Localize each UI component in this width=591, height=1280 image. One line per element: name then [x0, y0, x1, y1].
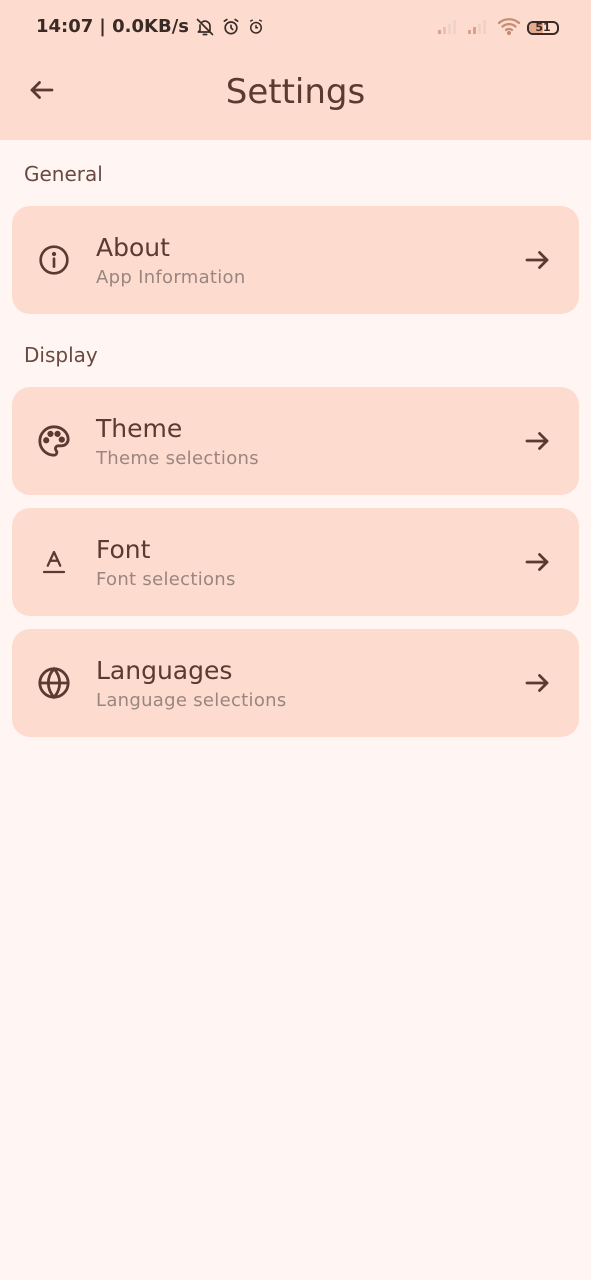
- alarm-icon: [221, 17, 241, 37]
- status-right: 51: [437, 16, 559, 40]
- signal-icon: [437, 17, 461, 39]
- settings-item-title: Font: [96, 535, 151, 564]
- arrow-right-icon: [521, 244, 553, 276]
- arrow-right-icon: [521, 667, 553, 699]
- settings-item-subtitle: App Information: [96, 267, 246, 288]
- settings-item-languages[interactable]: Languages Language selections: [12, 629, 579, 737]
- settings-item-about[interactable]: About App Information: [12, 206, 579, 314]
- status-network-speed: | 0.0KB/s: [99, 16, 189, 37]
- settings-item-title: About: [96, 233, 170, 262]
- settings-item-subtitle: Theme selections: [96, 448, 259, 469]
- alarm-outline-icon: [247, 18, 265, 36]
- bell-off-icon: [195, 17, 215, 37]
- settings-item-font[interactable]: Font Font selections: [12, 508, 579, 616]
- arrow-right-icon: [521, 425, 553, 457]
- info-icon: [36, 242, 72, 278]
- status-bar: 14:07 | 0.0KB/s 51: [0, 0, 591, 56]
- section-label-general: General: [24, 162, 103, 186]
- signal-icon: [467, 17, 491, 39]
- globe-icon: [36, 665, 72, 701]
- app-bar: Settings: [0, 56, 591, 128]
- settings-item-title: Languages: [96, 656, 233, 685]
- status-time: 14:07: [36, 16, 94, 37]
- font-icon: [36, 544, 72, 580]
- settings-item-subtitle: Font selections: [96, 569, 236, 590]
- arrow-right-icon: [521, 546, 553, 578]
- settings-item-theme[interactable]: Theme Theme selections: [12, 387, 579, 495]
- wifi-icon: [497, 16, 521, 40]
- palette-icon: [36, 423, 72, 459]
- battery-icon: 51: [527, 21, 559, 35]
- page-title: Settings: [225, 72, 366, 112]
- status-left: 14:07 | 0.0KB/s: [36, 16, 265, 37]
- battery-level: 51: [535, 21, 551, 34]
- settings-item-title: Theme: [96, 414, 183, 443]
- settings-item-subtitle: Language selections: [96, 690, 287, 711]
- section-label-display: Display: [24, 343, 98, 367]
